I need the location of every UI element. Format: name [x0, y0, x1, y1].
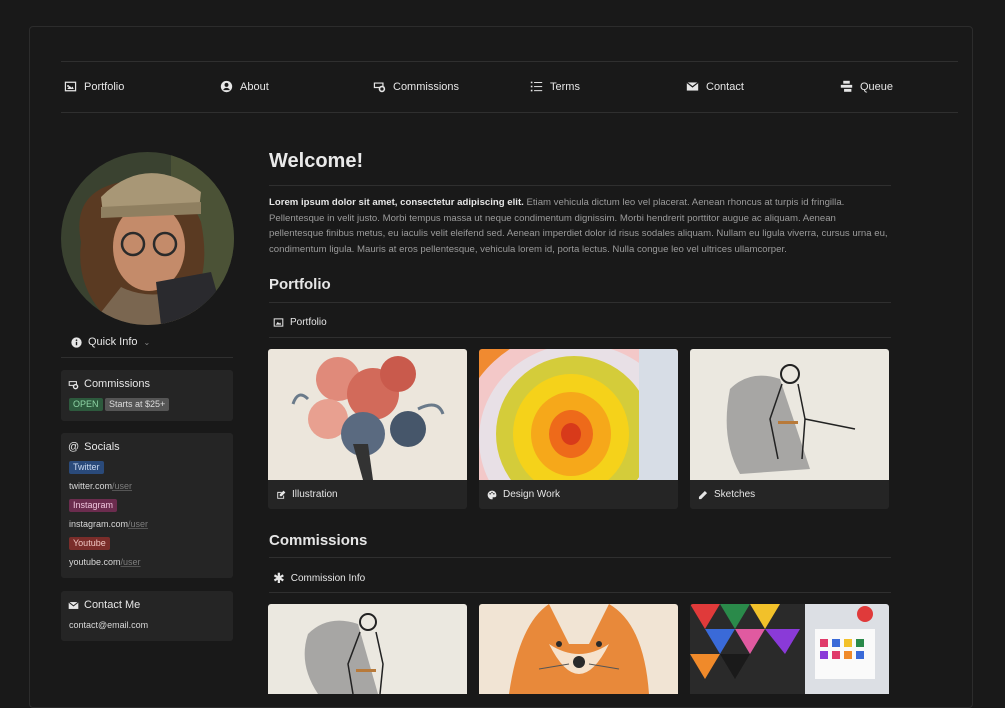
youtube-tag[interactable]: Youtube	[69, 537, 110, 550]
money-icon	[68, 380, 79, 389]
quick-info-label: Quick Info	[88, 336, 138, 348]
title-divider	[269, 185, 891, 186]
gallery-card-sketches[interactable]: Sketches	[690, 349, 889, 509]
nav-label: About	[240, 80, 269, 93]
portfolio-divider	[269, 302, 891, 303]
contact-card: Contact Me	[61, 591, 233, 641]
quick-info-toggle[interactable]: Quick Info ⌄	[71, 336, 150, 348]
nav-commissions[interactable]: Commissions	[373, 80, 459, 93]
queue-icon	[840, 80, 853, 92]
asterisk-icon: ✱	[273, 570, 285, 586]
contact-email[interactable]: contact@email.com	[69, 620, 148, 630]
nav-about[interactable]: About	[220, 80, 269, 93]
commission-info-subheading[interactable]: ✱ Commission Info	[273, 570, 365, 586]
intro-paragraph: Lorem ipsum dolor sit amet, consectetur …	[269, 197, 888, 255]
portfolio-subheading[interactable]: Portfolio	[273, 317, 327, 328]
portfolio-sub-divider	[269, 337, 891, 338]
quick-info-divider	[61, 357, 233, 358]
image-icon	[64, 81, 77, 92]
nav-label: Contact	[706, 80, 744, 93]
palette-icon	[487, 490, 497, 499]
info-icon	[71, 336, 82, 348]
illustration-image	[268, 349, 467, 480]
sketches-image	[690, 349, 889, 480]
nav-label: Portfolio	[84, 80, 125, 93]
nav-queue[interactable]: Queue	[840, 80, 893, 93]
portfolio-heading: Portfolio	[269, 276, 331, 293]
design-work-image	[479, 349, 678, 480]
chevron-down-icon: ⌄	[143, 337, 151, 347]
page-title: Welcome!	[269, 150, 364, 172]
nav-contact[interactable]: Contact	[686, 80, 744, 93]
pencil-icon	[698, 490, 708, 499]
youtube-link[interactable]: youtube.com/user	[69, 557, 141, 567]
commissions-card: Commissions OPEN Starts at $25+	[61, 370, 233, 421]
instagram-tag[interactable]: Instagram	[69, 499, 118, 512]
money-icon	[373, 82, 386, 93]
nav-terms[interactable]: Terms	[530, 80, 580, 93]
avatar	[61, 152, 234, 325]
instagram-link[interactable]: instagram.com/user	[69, 519, 148, 529]
commission-card-design[interactable]	[690, 604, 889, 694]
gallery-caption: Illustration	[276, 489, 338, 500]
at-icon: @	[68, 441, 80, 453]
status-badge: OPEN	[69, 398, 103, 411]
nav-bottom-divider	[61, 112, 958, 113]
commission-card-sketch[interactable]	[268, 604, 467, 694]
image-icon	[273, 318, 284, 327]
user-circle-icon	[220, 80, 233, 93]
twitter-link[interactable]: twitter.com/user	[69, 481, 132, 491]
gallery-card-design-work[interactable]: Design Work	[479, 349, 678, 509]
nav-portfolio[interactable]: Portfolio	[64, 80, 124, 93]
twitter-tag[interactable]: Twitter	[69, 461, 104, 474]
envelope-icon	[68, 601, 79, 609]
commissions-heading: Commissions	[269, 532, 368, 549]
edit-icon	[277, 490, 286, 499]
price-badge: Starts at $25+	[105, 398, 170, 411]
contact-card-title: Contact Me	[68, 599, 140, 611]
gallery-caption: Design Work	[487, 489, 560, 500]
envelope-icon	[686, 81, 699, 91]
nav-label: Commissions	[393, 80, 460, 93]
nav-label: Terms	[550, 80, 580, 93]
gallery-card-illustration[interactable]: Illustration	[268, 349, 467, 509]
nav-label: Queue	[860, 80, 894, 93]
commissions-divider	[269, 557, 891, 558]
commission-info-divider	[269, 592, 891, 593]
commission-card-fox[interactable]	[479, 604, 678, 694]
list-icon	[530, 81, 543, 92]
commissions-card-title: Commissions	[68, 378, 150, 390]
gallery-caption: Sketches	[698, 489, 755, 500]
socials-card-title: @ Socials	[68, 441, 120, 453]
nav-top-divider	[61, 61, 958, 62]
